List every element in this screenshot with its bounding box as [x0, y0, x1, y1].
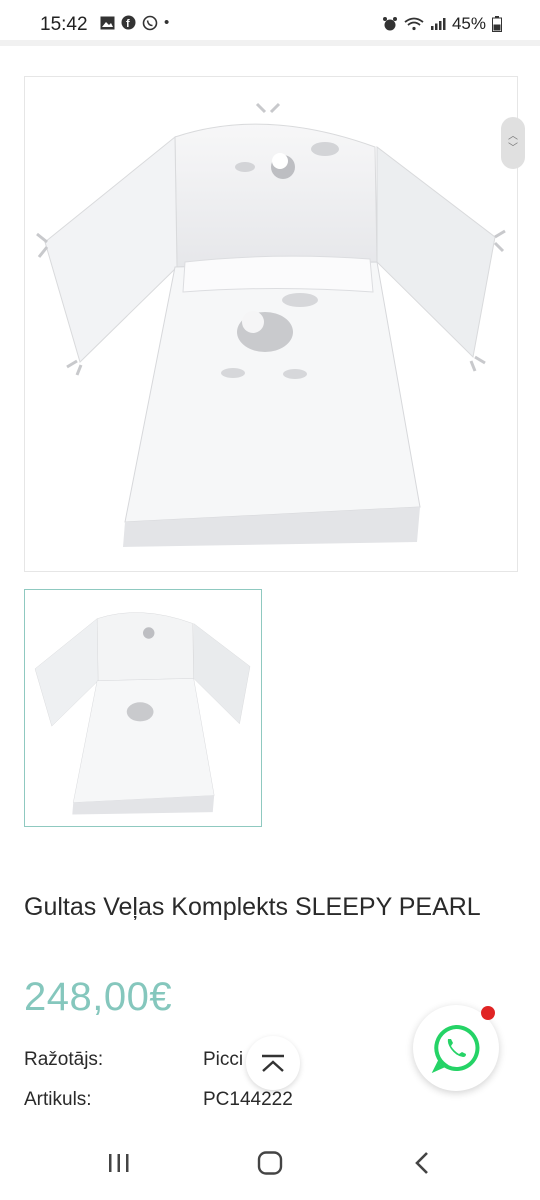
battery-percent: 45% [451, 14, 486, 33]
whatsapp-icon [431, 1024, 480, 1073]
notification-dot [481, 1006, 495, 1020]
recent-apps-icon [109, 1154, 129, 1172]
back-button[interactable] [402, 1148, 442, 1178]
scroll-up-icon [262, 1054, 284, 1072]
product-title: Gultas Veļas Komplekts SLEEPY PEARL [24, 893, 481, 921]
back-icon [415, 1152, 428, 1174]
battery-icon [492, 16, 502, 32]
signal-icon [430, 18, 446, 30]
image-scroll-handle[interactable]: ︿ ﹀ [501, 117, 525, 169]
product-thumbnail[interactable] [24, 589, 262, 827]
scroll-to-top-button[interactable] [246, 1036, 300, 1090]
recent-apps-button[interactable] [99, 1148, 139, 1178]
article-label: Artikuls: [24, 1089, 92, 1110]
home-icon [257, 1151, 283, 1175]
svg-text:f: f [126, 18, 130, 30]
status-right-icons: 45% [382, 14, 502, 34]
wifi-icon [404, 17, 424, 31]
thumbnail-image [34, 612, 251, 815]
status-dot: • [164, 14, 170, 31]
viber-icon [142, 15, 158, 30]
system-nav-bar [0, 1120, 540, 1200]
home-button[interactable] [250, 1148, 290, 1178]
crib-bedding-image [36, 102, 506, 547]
alarm-icon [382, 17, 397, 31]
manufacturer-label: Ražotājs: [24, 1049, 104, 1070]
product-main-image[interactable] [24, 76, 518, 572]
chevron-up-icon: ︿ [508, 131, 518, 142]
status-time: 15:42 [40, 14, 88, 35]
article-value: PC144222 [203, 1089, 293, 1110]
chevron-down-icon: ﹀ [508, 143, 518, 154]
status-left-icons: f • [100, 14, 169, 31]
gallery-icon [100, 16, 115, 29]
header-divider [0, 40, 540, 46]
product-price: 248,00€ [24, 975, 173, 1019]
facebook-icon: f [121, 15, 136, 30]
